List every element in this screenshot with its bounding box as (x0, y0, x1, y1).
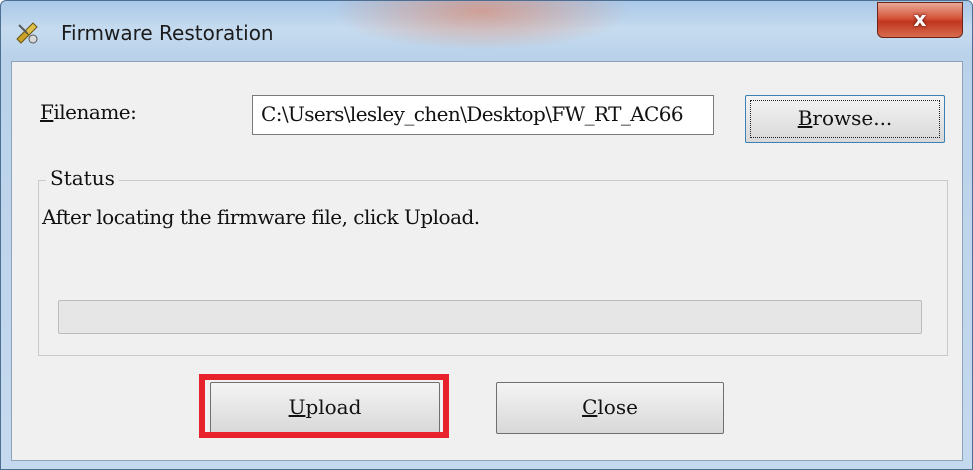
upload-progress-bar (58, 300, 922, 334)
window-close-button[interactable]: x (877, 2, 963, 38)
firmware-restoration-icon (13, 19, 41, 47)
dialog-client-area: Filename: C:\Users\lesley_chen\Desktop\F… (11, 61, 963, 461)
browse-button[interactable]: Browse... (745, 95, 945, 143)
browse-label-text: rowse... (812, 106, 893, 130)
filename-label-mnemonic: F (40, 100, 54, 124)
filename-label-text: ilename: (53, 100, 137, 124)
browse-label-mnemonic: B (797, 106, 813, 130)
title-bar[interactable]: Firmware Restoration x (1, 1, 972, 59)
upload-highlight-box (199, 374, 449, 438)
status-group-label: Status (46, 166, 119, 190)
close-label-text: lose (597, 395, 638, 419)
firmware-restoration-window: Firmware Restoration x Filename: C:\User… (0, 0, 973, 470)
filename-input[interactable]: C:\Users\lesley_chen\Desktop\FW_RT_AC66 (252, 95, 714, 135)
status-message: After locating the firmware file, click … (42, 205, 480, 229)
close-label-mnemonic: C (582, 395, 598, 419)
close-button[interactable]: Close (496, 382, 724, 434)
close-icon: x (913, 7, 927, 31)
window-title: Firmware Restoration (61, 21, 274, 45)
filename-label: Filename: (40, 100, 137, 124)
